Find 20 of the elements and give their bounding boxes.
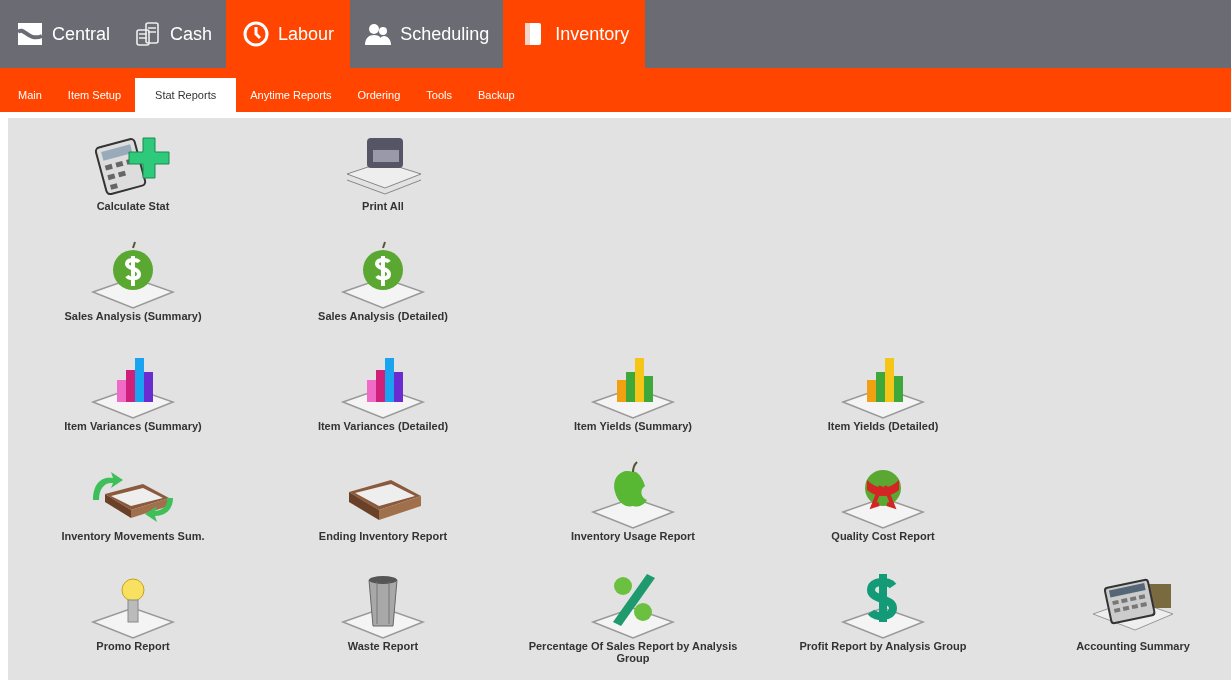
clock-icon [242, 20, 271, 48]
report-button[interactable]: Promo Report [8, 568, 258, 668]
report-button[interactable]: Item Variances (Detailed) [258, 348, 508, 448]
report-button[interactable]: Inventory Movements Sum. [8, 458, 258, 558]
report-button[interactable]: Item Yields (Detailed) [758, 348, 1008, 448]
report-button[interactable]: Inventory Usage Report [508, 458, 758, 558]
sub-tab[interactable]: Stat Reports [135, 78, 237, 112]
report-button[interactable]: Item Yields (Summary) [508, 348, 758, 448]
report-button[interactable]: Print All [258, 128, 508, 228]
report-button[interactable]: Waste Report [258, 568, 508, 668]
report-button[interactable]: Calculate Stat [8, 128, 258, 228]
report-button[interactable]: Percentage Of Sales Report by Analysis Group [508, 568, 758, 668]
report-button[interactable]: Profit Report by Analysis Group [758, 568, 1008, 668]
report-button[interactable]: Ending Inventory Report [258, 458, 508, 558]
report-button[interactable]: Item Variances (Summary) [8, 348, 258, 448]
report-button[interactable]: Quality Cost Report [758, 458, 1008, 558]
report-button[interactable]: Sales Analysis (Summary) [8, 238, 258, 338]
wave-icon [16, 20, 44, 48]
report-button[interactable]: Sales Analysis (Detailed) [258, 238, 508, 338]
report-button[interactable]: Accounting Summary [1008, 568, 1231, 668]
